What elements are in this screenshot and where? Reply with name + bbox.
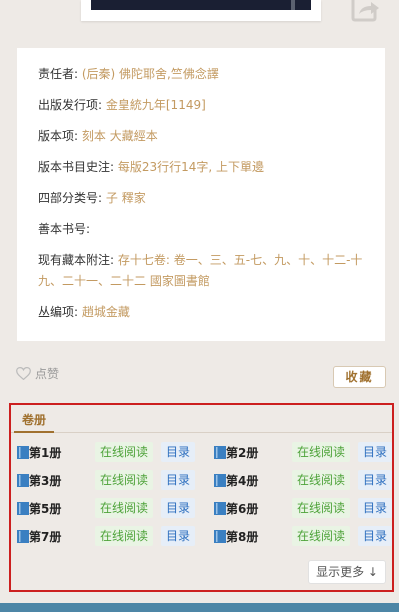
volume-row: 第3册 在线阅读 目录 第4册 在线阅读 目录 xyxy=(17,470,392,498)
book-info-card: 责任者: (后秦) 佛陀耶舍,竺佛念譯 出版发行项: 金皇統九年[1149] 版本项… xyxy=(17,48,385,341)
volume-name: 第5册 xyxy=(29,501,62,516)
info-value[interactable]: 刻本 大藏經本 xyxy=(82,129,158,143)
read-online-button[interactable]: 在线阅读 xyxy=(291,526,350,546)
info-value[interactable]: 金皇統九年[1149] xyxy=(106,98,206,112)
tab-volumes[interactable]: 卷册 xyxy=(14,410,54,433)
volume-item: 第3册 在线阅读 目录 xyxy=(17,470,196,490)
info-value[interactable]: 每版23行行14字, 上下單邊 xyxy=(118,160,264,174)
share-icon[interactable] xyxy=(347,0,381,22)
info-label: 版本项: xyxy=(38,129,79,143)
info-label: 丛编项: xyxy=(38,305,79,319)
info-row: 现有藏本附注: 存十七卷: 卷一、三、五-七、九、十、十二-十九、二十一、二十二… xyxy=(17,250,385,292)
bottom-bar xyxy=(0,603,399,612)
read-online-button[interactable]: 在线阅读 xyxy=(95,470,154,490)
book-icon xyxy=(17,529,29,543)
info-label: 版本书目史注: xyxy=(38,160,115,174)
volume-name: 第6册 xyxy=(226,501,259,516)
info-value[interactable]: 子 釋家 xyxy=(106,191,146,205)
volume-item: 第8册 在线阅读 目录 xyxy=(214,526,392,546)
like-button[interactable]: 点赞 xyxy=(16,364,59,382)
book-icon xyxy=(214,445,226,459)
read-online-button[interactable]: 在线阅读 xyxy=(291,498,350,518)
book-cover-image[interactable] xyxy=(91,0,311,10)
like-label: 点赞 xyxy=(35,366,60,381)
toc-button[interactable]: 目录 xyxy=(161,526,196,546)
info-row: 丛编项: 趙城金藏 xyxy=(17,302,385,323)
volume-row: 第1册 在线阅读 目录 第2册 在线阅读 目录 xyxy=(17,442,392,470)
read-online-button[interactable]: 在线阅读 xyxy=(291,470,350,490)
read-online-button[interactable]: 在线阅读 xyxy=(95,526,154,546)
read-online-button[interactable]: 在线阅读 xyxy=(95,442,154,462)
info-label: 现有藏本附注: xyxy=(38,253,115,267)
show-more-button[interactable]: 显示更多 ↓ xyxy=(308,560,386,584)
toc-button[interactable]: 目录 xyxy=(357,526,392,546)
volume-list: 第1册 在线阅读 目录 第2册 在线阅读 目录 第3册 在线阅读 目录 第4册 在线阅读 目录 第5册在… xyxy=(17,442,392,554)
read-online-button[interactable]: 在线阅读 xyxy=(291,442,350,462)
heart-icon xyxy=(16,366,31,380)
toc-button[interactable]: 目录 xyxy=(161,498,196,518)
info-row: 出版发行项: 金皇統九年[1149] xyxy=(17,95,385,116)
book-icon xyxy=(17,473,29,487)
book-icon xyxy=(214,501,226,515)
toc-button[interactable]: 目录 xyxy=(357,498,392,518)
info-row: 版本项: 刻本 大藏經本 xyxy=(17,126,385,147)
toc-button[interactable]: 目录 xyxy=(161,442,196,462)
volume-name: 第4册 xyxy=(226,473,259,488)
info-label: 善本书号: xyxy=(38,222,91,236)
info-row: 版本书目史注: 每版23行行14字, 上下單邊 xyxy=(17,157,385,178)
volume-name: 第8册 xyxy=(226,529,259,544)
book-icon xyxy=(214,473,226,487)
info-row: 责任者: (后秦) 佛陀耶舍,竺佛念譯 xyxy=(17,64,385,85)
volumes-tab-bar: 卷册 xyxy=(11,408,392,433)
volume-item: 第1册 在线阅读 目录 xyxy=(17,442,196,462)
info-row: 四部分类号: 子 釋家 xyxy=(17,188,385,209)
volume-name: 第2册 xyxy=(226,445,259,460)
info-value[interactable]: (后秦) 佛陀耶舍,竺佛念譯 xyxy=(82,67,219,81)
volume-item: 第2册 在线阅读 目录 xyxy=(214,442,392,462)
volume-name: 第3册 xyxy=(29,473,62,488)
volumes-panel: 卷册 第1册 在线阅读 目录 第2册 在线阅读 目录 第3册 在线阅读 目录 第4册 在线阅读 目录第… xyxy=(9,403,394,592)
volume-item: 第4册 在线阅读 目录 xyxy=(214,470,392,490)
toc-button[interactable]: 目录 xyxy=(357,470,392,490)
read-online-button[interactable]: 在线阅读 xyxy=(95,498,154,518)
toc-button[interactable]: 目录 xyxy=(357,442,392,462)
volume-row: 第7册 在线阅读 目录 第8册 在线阅读 目录 xyxy=(17,526,392,554)
info-label: 责任者: xyxy=(38,67,79,81)
info-row: 善本书号: xyxy=(17,219,385,240)
book-icon xyxy=(17,445,29,459)
book-icon xyxy=(214,529,226,543)
book-cover-frame xyxy=(81,0,321,21)
volume-item: 第7册 在线阅读 目录 xyxy=(17,526,196,546)
toc-button[interactable]: 目录 xyxy=(161,470,196,490)
volume-row: 第5册 在线阅读 目录 第6册 在线阅读 目录 xyxy=(17,498,392,526)
collect-button[interactable]: 收藏 xyxy=(333,366,386,388)
volume-item: 第5册 在线阅读 目录 xyxy=(17,498,196,518)
info-value[interactable]: 趙城金藏 xyxy=(82,305,130,319)
volume-name: 第7册 xyxy=(29,529,62,544)
info-label: 出版发行项: xyxy=(38,98,103,112)
info-label: 四部分类号: xyxy=(38,191,103,205)
book-icon xyxy=(17,501,29,515)
volume-name: 第1册 xyxy=(29,445,62,460)
volume-item: 第6册 在线阅读 目录 xyxy=(214,498,392,518)
